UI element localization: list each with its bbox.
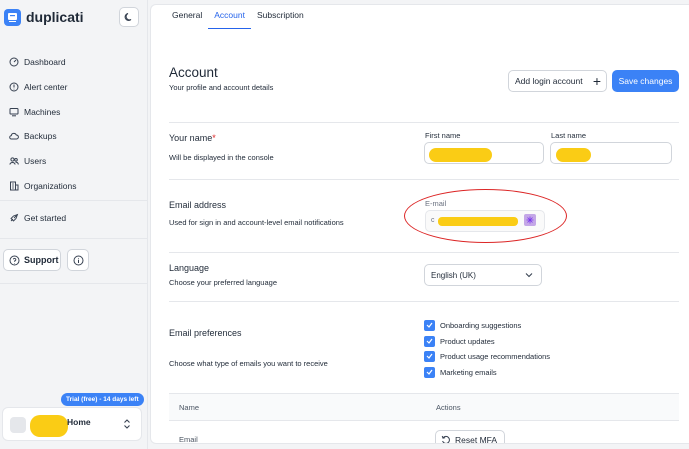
organizations-icon xyxy=(10,181,19,191)
org-name: Home xyxy=(67,417,91,427)
language-section-title: Language xyxy=(169,263,210,273)
checkbox-checked-icon xyxy=(424,366,435,378)
tab-account[interactable]: Account xyxy=(208,5,251,29)
checkbox-label: Marketing emails xyxy=(440,367,497,377)
table-row-name: Email xyxy=(179,435,198,444)
main-panel: General Account Subscription Account You… xyxy=(150,4,689,444)
first-name-label: First name xyxy=(425,131,461,140)
last-name-label: Last name xyxy=(551,131,587,140)
required-marker: * xyxy=(212,133,216,143)
reset-mfa-button[interactable]: Reset MFA xyxy=(435,430,505,444)
page-subtitle: Your profile and account details xyxy=(169,83,274,92)
sidebar-item-label: Organizations xyxy=(24,180,77,191)
chevron-down-icon xyxy=(525,273,533,278)
sidebar-item-users[interactable]: Users xyxy=(0,149,148,174)
checkbox-checked-icon xyxy=(424,350,435,362)
info-icon xyxy=(73,255,83,265)
language-selected-value: English (UK) xyxy=(431,270,476,280)
get-started-label: Get started xyxy=(24,213,67,223)
annotation-circle xyxy=(404,189,567,243)
name-section-subtitle: Will be displayed in the console xyxy=(169,153,274,162)
backups-icon xyxy=(9,133,19,140)
redaction-mark xyxy=(429,148,492,162)
organization-switcher[interactable]: Home xyxy=(2,407,142,441)
info-button[interactable] xyxy=(67,249,89,271)
sidebar-item-dashboard[interactable]: Dashboard xyxy=(0,50,148,75)
section-divider xyxy=(169,122,679,123)
users-icon xyxy=(9,157,19,165)
section-divider xyxy=(169,301,679,302)
email-section-title: Email address xyxy=(169,200,227,210)
support-button[interactable]: Support xyxy=(3,249,61,271)
checkbox-checked-icon xyxy=(424,335,435,347)
add-login-label: Add login account xyxy=(515,76,583,86)
add-login-account-button[interactable]: Add login account + xyxy=(508,70,607,92)
lifebuoy-icon xyxy=(9,255,20,265)
sidebar-item-organizations[interactable]: Organizations xyxy=(0,173,148,198)
sidebar-item-alert-center[interactable]: Alert center xyxy=(0,75,148,100)
checkbox-label: Product usage recommendations xyxy=(440,351,551,361)
theme-toggle-button[interactable] xyxy=(119,7,139,27)
redaction-mark xyxy=(556,148,591,162)
tab-general[interactable]: General xyxy=(166,5,208,29)
last-name-field[interactable] xyxy=(550,142,672,164)
sidebar-nav: Dashboard Alert center Machines Backups … xyxy=(0,50,148,198)
section-divider xyxy=(169,179,679,180)
email-section-subtitle: Used for sign in and account-level email… xyxy=(169,218,344,227)
checkbox-product-updates[interactable]: Product updates xyxy=(424,334,495,348)
checkbox-onboarding-suggestions[interactable]: Onboarding suggestions xyxy=(424,318,521,332)
app-name: duplicati xyxy=(26,9,84,25)
sidebar-item-label: Users xyxy=(24,156,47,167)
settings-tabs: General Account Subscription xyxy=(166,5,310,29)
plus-icon: + xyxy=(592,73,601,89)
page-title: Account xyxy=(169,65,218,80)
language-section-subtitle: Choose your preferred language xyxy=(169,278,277,287)
column-header-name: Name xyxy=(179,403,200,412)
sidebar-item-label: Machines xyxy=(24,106,61,117)
support-label: Support xyxy=(24,255,59,265)
logins-table-header: Name Actions xyxy=(169,393,679,421)
sidebar-item-label: Dashboard xyxy=(24,57,66,68)
sidebar: duplicati Dashboard Alert center Machine… xyxy=(0,0,148,449)
get-started-link[interactable]: Get started xyxy=(9,213,66,223)
sidebar-item-backups[interactable]: Backups xyxy=(0,124,148,149)
save-changes-button[interactable]: Save changes xyxy=(612,70,679,92)
reset-icon xyxy=(441,435,450,443)
dashboard-icon xyxy=(9,57,19,67)
rocket-icon xyxy=(10,213,19,222)
sidebar-item-label: Alert center xyxy=(24,82,68,93)
redaction-mark xyxy=(30,415,68,437)
language-select[interactable]: English (UK) xyxy=(424,264,542,286)
chevron-up-down-icon xyxy=(124,419,130,429)
org-avatar xyxy=(10,417,26,433)
checkbox-label: Product updates xyxy=(440,336,495,346)
moon-icon xyxy=(124,13,132,21)
sidebar-divider xyxy=(0,238,148,239)
duplicati-logo-icon xyxy=(4,8,21,26)
sidebar-item-machines[interactable]: Machines xyxy=(0,99,148,124)
checkbox-label: Onboarding suggestions xyxy=(440,320,522,330)
checkbox-marketing-emails[interactable]: Marketing emails xyxy=(424,365,497,379)
checkbox-product-usage-recommendations[interactable]: Product usage recommendations xyxy=(424,349,550,363)
machines-icon xyxy=(9,107,19,117)
reset-mfa-label: Reset MFA xyxy=(455,435,498,444)
trial-badge: Trial (free) - 14 days left xyxy=(61,393,144,406)
alert-icon xyxy=(9,82,19,92)
email-prefs-title: Email preferences xyxy=(169,328,242,338)
column-header-actions: Actions xyxy=(436,403,461,412)
checkbox-checked-icon xyxy=(424,319,435,331)
section-divider xyxy=(169,252,679,253)
email-prefs-subtitle: Choose what type of emails you want to r… xyxy=(169,359,328,368)
name-section-title: Your name* xyxy=(169,133,216,143)
tab-subscription[interactable]: Subscription xyxy=(251,5,310,29)
sidebar-divider xyxy=(0,200,148,201)
first-name-field[interactable] xyxy=(424,142,544,164)
sidebar-divider xyxy=(0,283,148,284)
sidebar-item-label: Backups xyxy=(24,131,57,142)
